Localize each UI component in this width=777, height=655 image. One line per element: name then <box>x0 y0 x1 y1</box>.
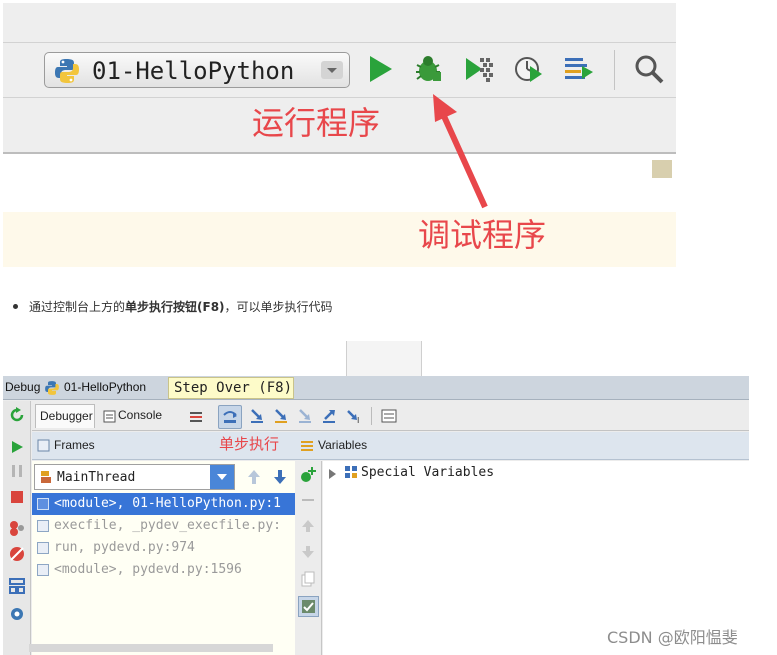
frames-icon <box>37 439 50 452</box>
remove-watch-icon[interactable] <box>301 497 315 503</box>
run-annotation: 运行程序 <box>252 104 381 142</box>
toolbar-divider <box>3 42 676 43</box>
svg-text:I: I <box>357 416 359 424</box>
run-to-cursor-icon[interactable]: I <box>345 408 363 424</box>
show-watches-button[interactable] <box>298 596 319 617</box>
frame-row[interactable]: execfile, _pydev_execfile.py: <box>32 515 295 537</box>
step-into-icon[interactable] <box>249 408 265 424</box>
toolbar-bottom-border <box>3 152 676 154</box>
evaluate-expression-icon[interactable] <box>381 409 397 423</box>
search-icon[interactable] <box>632 52 666 86</box>
scrollbar-thumb <box>652 160 672 178</box>
tab-debugger[interactable]: Debugger <box>35 404 95 428</box>
profile-icon[interactable] <box>512 52 546 86</box>
highlight-band <box>3 212 676 267</box>
watermark: CSDN @欧阳愠斐 <box>607 628 738 647</box>
debug-title-bar: Debug 01-HelloPython Step Over (F8) <box>3 376 749 400</box>
tooltip-text: Step Over (F8) <box>174 380 293 396</box>
watches-icon <box>302 600 315 613</box>
variables-icon <box>301 441 313 451</box>
next-frame-icon[interactable] <box>273 469 287 485</box>
chevron-down-icon[interactable] <box>210 465 234 489</box>
settings-icon[interactable] <box>8 605 26 623</box>
run-configuration-name: 01-HelloPython <box>92 57 295 85</box>
arrow-icon <box>433 94 488 209</box>
step-out-icon[interactable] <box>321 408 337 424</box>
run-configuration-dropdown[interactable]: 01-HelloPython <box>44 52 350 88</box>
debug-annotation: 调试程序 <box>418 216 547 254</box>
rerun-icon[interactable] <box>9 407 25 423</box>
chevron-down-icon <box>321 61 343 79</box>
frame-icon <box>37 498 49 510</box>
debug-side-toolbar <box>3 401 31 655</box>
frames-title: Frames <box>54 438 95 452</box>
view-breakpoints-icon[interactable] <box>8 519 26 537</box>
thread-selector[interactable]: MainThread <box>34 464 235 490</box>
pause-icon[interactable] <box>9 463 25 479</box>
step-into-my-code-icon[interactable] <box>273 408 289 424</box>
add-watch-icon[interactable] <box>300 466 317 483</box>
layout-icon[interactable] <box>8 577 26 595</box>
show-execution-point-icon[interactable] <box>188 409 204 425</box>
bullet-icon <box>13 304 18 309</box>
debug-tabs: Debugger Console I <box>32 401 749 431</box>
debug-title: Debug <box>5 380 41 394</box>
frame-row[interactable]: <module>, pydevd.py:1596 <box>32 559 295 581</box>
console-icon <box>103 410 116 423</box>
resume-icon[interactable] <box>9 439 25 455</box>
python-icon <box>55 59 79 83</box>
step-annotation: 单步执行 <box>219 435 280 453</box>
toolbar-separator <box>614 50 615 90</box>
run-icon[interactable] <box>364 52 398 86</box>
frame-row[interactable]: run, pydevd.py:974 <box>32 537 295 559</box>
horizontal-scrollbar[interactable] <box>29 644 273 652</box>
cropped-panel <box>346 341 422 376</box>
variables-group-icon <box>345 466 357 478</box>
mute-breakpoints-icon[interactable] <box>8 545 26 563</box>
python-icon <box>45 381 59 395</box>
stop-icon[interactable] <box>9 489 25 505</box>
step-over-icon <box>223 411 237 423</box>
thread-icon <box>41 471 51 483</box>
variables-header: Variables <box>295 432 749 460</box>
previous-frame-icon[interactable] <box>247 469 261 485</box>
debug-tool-window: Debug 01-HelloPython Step Over (F8) Debu… <box>3 376 749 655</box>
frame-row[interactable]: <module>, 01-HelloPython.py:1 <box>32 493 295 515</box>
step-over-button[interactable] <box>218 405 242 429</box>
expand-arrow-icon[interactable] <box>329 469 336 479</box>
concurrency-icon[interactable] <box>562 52 596 86</box>
step-over-tooltip: Step Over (F8) <box>168 377 294 399</box>
copy-icon[interactable] <box>301 571 315 587</box>
toolbar-separator <box>371 407 372 425</box>
variables-title: Variables <box>318 438 368 452</box>
move-down-icon[interactable] <box>301 545 315 559</box>
frames-list: MainThread <module>, 01-HelloPython.py:1… <box>32 461 295 655</box>
move-up-icon[interactable] <box>301 519 315 533</box>
debug-icon[interactable] <box>411 52 445 86</box>
coverage-icon[interactable] <box>462 52 496 86</box>
thread-name: MainThread <box>57 470 136 485</box>
force-step-into-icon[interactable] <box>297 408 313 424</box>
instruction-text: 通过控制台上方的单步执行按钮(F8)，可以单步执行代码 <box>29 300 333 314</box>
frame-icon <box>37 564 49 576</box>
frame-icon <box>37 520 49 532</box>
variables-side-toolbar <box>295 461 322 655</box>
special-variables-node[interactable]: Special Variables <box>361 465 494 480</box>
frame-icon <box>37 542 49 554</box>
debug-config-name[interactable]: 01-HelloPython <box>64 380 146 394</box>
